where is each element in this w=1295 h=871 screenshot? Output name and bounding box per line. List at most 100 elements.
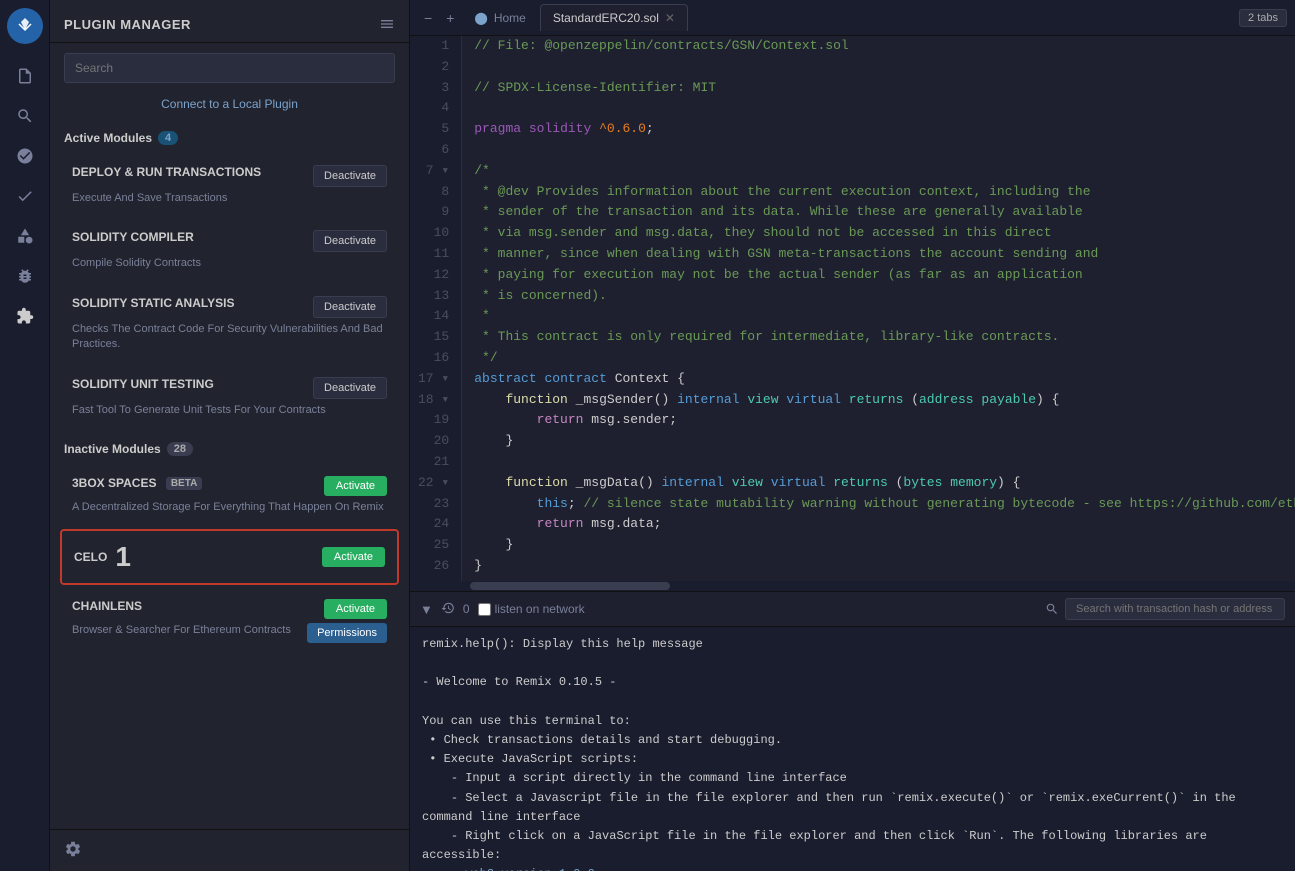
connect-local-container: Connect to a Local Plugin bbox=[50, 93, 409, 121]
terminal-listen-checkbox[interactable] bbox=[478, 603, 491, 616]
module-deploy-desc: Execute And Save Transactions bbox=[72, 191, 387, 206]
deploy-nav-icon[interactable] bbox=[7, 218, 43, 254]
module-compiler-name: SOLIDITY COMPILER bbox=[72, 230, 305, 244]
terminal-search bbox=[1045, 598, 1285, 620]
active-modules-section-header: Active Modules 4 bbox=[50, 121, 409, 151]
terminal-usage-3: - Select a Javascript file in the file e… bbox=[422, 791, 1236, 824]
code-lines: // File: @openzeppelin/contracts/GSN/Con… bbox=[462, 36, 1295, 581]
module-chainlens-desc: Browser & Searcher For Ethereum Contract… bbox=[72, 623, 299, 638]
beta-badge: BETA bbox=[166, 477, 202, 490]
terminal-link-web3[interactable]: web3 version 1.0.0 bbox=[465, 867, 595, 871]
tab-home-label: Home bbox=[494, 11, 526, 25]
module-3box-desc: A Decentralized Storage For Everything T… bbox=[72, 500, 387, 515]
inactive-modules-badge: 28 bbox=[167, 442, 193, 456]
code-content[interactable]: 1 2 3 4 5 6 7 ▾ 8 9 10 11 12 13 14 15 16… bbox=[410, 36, 1295, 581]
terminal-usage-2: - Input a script directly in the command… bbox=[451, 771, 847, 785]
terminal-toolbar: ▼ 0 listen on network bbox=[410, 592, 1295, 627]
terminal-search-icon bbox=[1045, 602, 1059, 616]
editor-area: − + ⬤ Home StandardERC20.sol ✕ 2 tabs 1 … bbox=[410, 0, 1295, 871]
module-card-3box: 3BOX SPACES BETA Activate A Decentralize… bbox=[60, 466, 399, 525]
deactivate-unit-test-button[interactable]: Deactivate bbox=[313, 377, 387, 399]
tab-erc20-label: StandardERC20.sol bbox=[553, 11, 659, 25]
terminal-help-command: remix.help(): Display this help message bbox=[422, 637, 703, 651]
plugin-panel: PLUGIN MANAGER Connect to a Local Plugin… bbox=[50, 0, 410, 871]
module-card-unit-test-header: SOLIDITY UNIT TESTING Deactivate bbox=[72, 377, 387, 399]
module-card-celo-header: CELO 1 Activate bbox=[74, 541, 385, 573]
code-scrollbar-thumb bbox=[470, 582, 670, 590]
module-3box-name: 3BOX SPACES BETA bbox=[72, 476, 316, 490]
inactive-modules-label: Inactive Modules bbox=[64, 442, 161, 456]
terminal-usage-0: Check transactions details and start deb… bbox=[444, 733, 782, 747]
terminal-tx-count: 0 bbox=[463, 602, 470, 616]
terminal-listen-text: listen on network bbox=[495, 602, 585, 616]
debug-nav-icon[interactable] bbox=[7, 258, 43, 294]
active-modules-label: Active Modules bbox=[64, 131, 152, 145]
module-unit-test-name: SOLIDITY UNIT TESTING bbox=[72, 377, 305, 391]
settings-bar bbox=[50, 829, 409, 871]
tab-standarderc20[interactable]: StandardERC20.sol ✕ bbox=[540, 4, 688, 31]
tab-home[interactable]: ⬤ Home bbox=[462, 5, 537, 31]
search-nav-icon[interactable] bbox=[7, 98, 43, 134]
permissions-chainlens-button[interactable]: Permissions bbox=[307, 623, 387, 643]
module-card-celo: CELO 1 Activate bbox=[60, 529, 399, 585]
terminal: ▼ 0 listen on network remix.help(): Disp… bbox=[410, 591, 1295, 871]
tab-bar: − + ⬤ Home StandardERC20.sol ✕ 2 tabs bbox=[410, 0, 1295, 36]
terminal-usage-title: You can use this terminal to: bbox=[422, 714, 631, 728]
zoom-in-button[interactable]: + bbox=[440, 6, 460, 30]
module-card-static-header: SOLIDITY STATIC ANALYSIS Deactivate bbox=[72, 296, 387, 318]
home-tab-icon: ⬤ bbox=[474, 11, 487, 25]
module-celo-name: CELO bbox=[74, 550, 107, 564]
line-numbers: 1 2 3 4 5 6 7 ▾ 8 9 10 11 12 13 14 15 16… bbox=[410, 36, 462, 581]
compile-nav-icon[interactable] bbox=[7, 178, 43, 214]
module-static-desc: Checks The Contract Code For Security Vu… bbox=[72, 322, 387, 353]
git-nav-icon[interactable] bbox=[7, 138, 43, 174]
terminal-body[interactable]: remix.help(): Display this help message … bbox=[410, 627, 1295, 871]
terminal-usage-1: Execute JavaScript scripts: bbox=[444, 752, 638, 766]
terminal-welcome-message: - Welcome to Remix 0.10.5 - bbox=[422, 675, 616, 689]
module-card-chainlens: CHAINLENS Activate Browser & Searcher Fo… bbox=[60, 589, 399, 653]
code-editor: 1 2 3 4 5 6 7 ▾ 8 9 10 11 12 13 14 15 16… bbox=[410, 36, 1295, 591]
plugin-panel-title: PLUGIN MANAGER bbox=[64, 17, 191, 32]
terminal-listen-label[interactable]: listen on network bbox=[478, 602, 585, 616]
module-deploy-name: DEPLOY & RUN TRANSACTIONS bbox=[72, 165, 305, 179]
deactivate-static-button[interactable]: Deactivate bbox=[313, 296, 387, 318]
terminal-collapse-button[interactable]: ▼ bbox=[420, 602, 433, 617]
app-logo bbox=[7, 8, 43, 44]
menu-icon[interactable] bbox=[379, 16, 395, 32]
icon-sidebar bbox=[0, 0, 50, 871]
module-unit-test-desc: Fast Tool To Generate Unit Tests For You… bbox=[72, 403, 387, 418]
terminal-clock-button[interactable] bbox=[441, 601, 455, 618]
terminal-search-input[interactable] bbox=[1065, 598, 1285, 620]
celo-number: 1 bbox=[115, 541, 131, 573]
active-modules-badge: 4 bbox=[158, 131, 178, 145]
code-scrollbar[interactable] bbox=[410, 581, 1295, 591]
deactivate-compiler-button[interactable]: Deactivate bbox=[313, 230, 387, 252]
connect-local-link[interactable]: Connect to a Local Plugin bbox=[161, 97, 298, 111]
inactive-modules-section-header: Inactive Modules 28 bbox=[50, 432, 409, 462]
module-chainlens-name: CHAINLENS bbox=[72, 599, 316, 613]
module-card-3box-header: 3BOX SPACES BETA Activate bbox=[72, 476, 387, 496]
tab-close-icon[interactable]: ✕ bbox=[665, 11, 675, 25]
celo-left: CELO 1 bbox=[74, 541, 131, 573]
module-card-compiler-header: SOLIDITY COMPILER Deactivate bbox=[72, 230, 387, 252]
module-static-name: SOLIDITY STATIC ANALYSIS bbox=[72, 296, 305, 310]
module-card-chainlens-header: CHAINLENS Activate bbox=[72, 599, 387, 619]
module-card-deploy-header: DEPLOY & RUN TRANSACTIONS Deactivate bbox=[72, 165, 387, 187]
plugin-panel-header: PLUGIN MANAGER bbox=[50, 0, 409, 43]
settings-icon[interactable] bbox=[64, 840, 82, 858]
zoom-out-button[interactable]: − bbox=[418, 6, 438, 30]
search-input[interactable] bbox=[64, 53, 395, 83]
plugin-nav-icon[interactable] bbox=[7, 298, 43, 334]
plugin-panel-body: Active Modules 4 DEPLOY & RUN TRANSACTIO… bbox=[50, 121, 409, 829]
deactivate-deploy-button[interactable]: Deactivate bbox=[313, 165, 387, 187]
search-container bbox=[64, 53, 395, 83]
activate-3box-button[interactable]: Activate bbox=[324, 476, 387, 496]
module-card-static: SOLIDITY STATIC ANALYSIS Deactivate Chec… bbox=[60, 286, 399, 363]
file-explorer-nav-icon[interactable] bbox=[7, 58, 43, 94]
activate-celo-button[interactable]: Activate bbox=[322, 547, 385, 567]
tabs-count[interactable]: 2 tabs bbox=[1239, 9, 1287, 27]
module-card-unit-test: SOLIDITY UNIT TESTING Deactivate Fast To… bbox=[60, 367, 399, 428]
module-compiler-desc: Compile Solidity Contracts bbox=[72, 256, 387, 271]
module-card-deploy: DEPLOY & RUN TRANSACTIONS Deactivate Exe… bbox=[60, 155, 399, 216]
activate-chainlens-button[interactable]: Activate bbox=[324, 599, 387, 619]
